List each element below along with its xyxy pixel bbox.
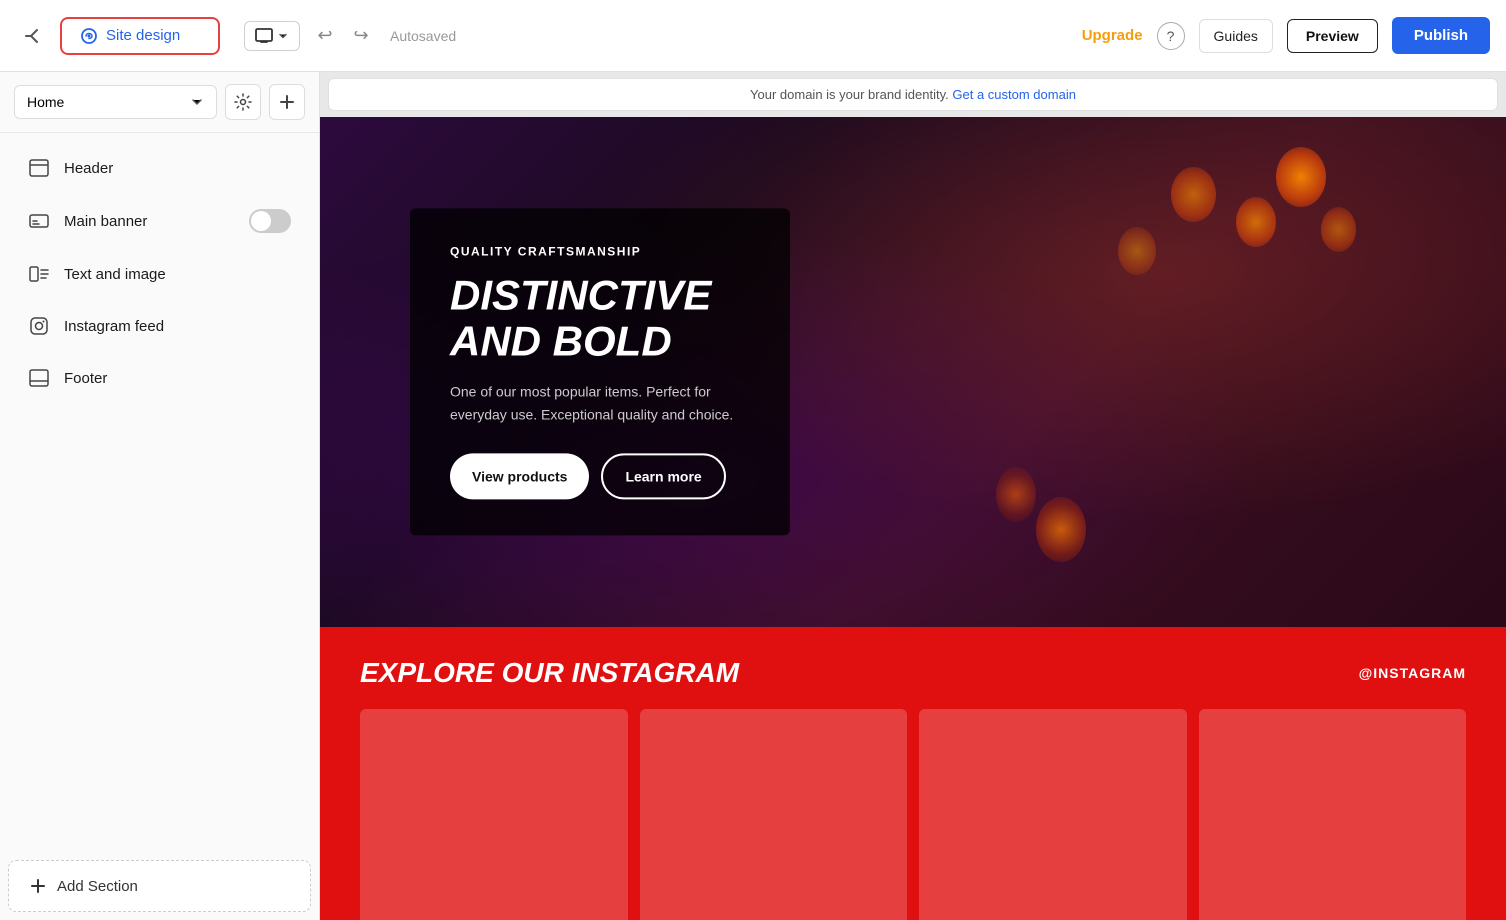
hero-content-box: QUALITY CRAFTSMANSHIP DISTINCTIVE AND BO…	[410, 208, 790, 535]
undo-button[interactable]: ↩	[308, 19, 342, 53]
toggle-knob	[251, 211, 271, 231]
redo-button[interactable]: ↪	[344, 19, 378, 53]
sidebar-item-header[interactable]: Header	[8, 143, 311, 193]
lantern-2	[1236, 197, 1276, 247]
sidebar: Home	[0, 72, 320, 920]
custom-domain-link[interactable]: Get a custom domain	[952, 87, 1076, 102]
toolbar: Site design ↩ ↪ Autosaved Upgrade ? Gui	[0, 0, 1506, 72]
lantern-4	[1321, 207, 1356, 252]
hero-eyebrow: QUALITY CRAFTSMANSHIP	[450, 244, 750, 258]
site-design-label: Site design	[106, 27, 180, 44]
preview-area: Your domain is your brand identity. Get …	[320, 72, 1506, 920]
banner-icon	[28, 210, 50, 232]
learn-more-button[interactable]: Learn more	[601, 454, 725, 500]
lantern-1	[1276, 147, 1326, 207]
lantern-5	[1118, 227, 1156, 275]
sidebar-item-label-footer: Footer	[64, 370, 291, 387]
instagram-header: EXPLORE OUR INSTAGRAM @INSTAGRAM	[360, 657, 1466, 689]
sidebar-item-label-header: Header	[64, 160, 291, 177]
add-page-button[interactable]	[269, 84, 305, 120]
header-icon	[28, 157, 50, 179]
instagram-title: EXPLORE OUR INSTAGRAM	[360, 657, 739, 689]
page-settings-button[interactable]	[225, 84, 261, 120]
sidebar-item-text-and-image[interactable]: Text and image	[8, 249, 311, 299]
instagram-section: EXPLORE OUR INSTAGRAM @INSTAGRAM	[320, 627, 1506, 920]
page-dropdown[interactable]: Home	[14, 85, 217, 119]
sidebar-item-footer[interactable]: Footer	[8, 353, 311, 403]
instagram-item-2[interactable]	[640, 709, 908, 920]
toolbar-right: Upgrade ? Guides Preview Publish	[1082, 17, 1490, 54]
footer-icon	[28, 367, 50, 389]
sidebar-item-main-banner[interactable]: Main banner	[8, 195, 311, 247]
sidebar-item-label-banner: Main banner	[64, 213, 235, 230]
hero-title: DISTINCTIVE AND BOLD	[450, 272, 750, 364]
back-button[interactable]	[16, 18, 52, 54]
sidebar-sections-list: Header Main banner	[0, 133, 319, 852]
hero-description: One of our most popular items. Perfect f…	[450, 381, 750, 426]
device-selector[interactable]	[244, 21, 300, 51]
instagram-icon	[28, 315, 50, 337]
hero-buttons: View products Learn more	[450, 454, 750, 500]
instagram-grid	[360, 709, 1466, 920]
site-design-button[interactable]: Site design	[60, 17, 220, 55]
help-button[interactable]: ?	[1157, 22, 1185, 50]
guides-button[interactable]: Guides	[1199, 19, 1273, 53]
instagram-item-3[interactable]	[919, 709, 1187, 920]
undo-redo-group: ↩ ↪	[308, 19, 378, 53]
domain-bar: Your domain is your brand identity. Get …	[328, 78, 1498, 111]
lantern-3	[1171, 167, 1216, 222]
lantern-7	[996, 467, 1036, 522]
main-area: Home	[0, 72, 1506, 920]
upgrade-link[interactable]: Upgrade	[1082, 27, 1143, 44]
sidebar-item-label-text-image: Text and image	[64, 266, 291, 283]
instagram-item-1[interactable]	[360, 709, 628, 920]
page-select-bar: Home	[0, 72, 319, 133]
domain-bar-text: Your domain is your brand identity.	[750, 87, 949, 102]
sidebar-item-instagram-feed[interactable]: Instagram feed	[8, 301, 311, 351]
add-section-button[interactable]: Add Section	[8, 860, 311, 912]
instagram-item-4[interactable]	[1199, 709, 1467, 920]
text-image-icon	[28, 263, 50, 285]
main-banner-toggle[interactable]	[249, 209, 291, 233]
lantern-6	[1036, 497, 1086, 562]
sidebar-item-label-instagram: Instagram feed	[64, 318, 291, 335]
instagram-handle: @INSTAGRAM	[1359, 665, 1466, 681]
toolbar-center: ↩ ↪ Autosaved	[232, 19, 1070, 53]
view-products-button[interactable]: View products	[450, 454, 589, 500]
hero-section: QUALITY CRAFTSMANSHIP DISTINCTIVE AND BO…	[320, 117, 1506, 627]
publish-button[interactable]: Publish	[1392, 17, 1490, 54]
current-page-label: Home	[27, 94, 64, 110]
preview-button[interactable]: Preview	[1287, 19, 1378, 53]
add-section-label: Add Section	[57, 878, 138, 895]
autosaved-status: Autosaved	[390, 28, 456, 44]
toolbar-left: Site design	[16, 17, 220, 55]
